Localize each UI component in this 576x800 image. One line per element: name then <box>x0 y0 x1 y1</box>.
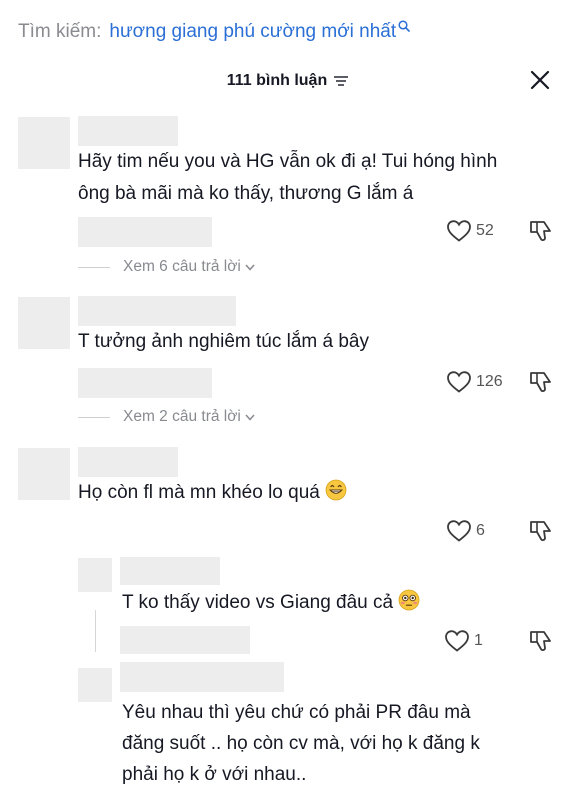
flushed-face-emoji <box>398 589 420 611</box>
chevron-down-icon <box>245 264 255 271</box>
comment-meta-placeholder <box>78 368 212 398</box>
like-button[interactable]: 1 <box>444 629 483 653</box>
comment-text-line: đăng suốt .. họ còn cv mà, với họ k đăng… <box>122 733 480 754</box>
comment-meta-placeholder <box>78 217 212 247</box>
comment-text-line: phải họ k ở với nhau.. <box>122 764 307 785</box>
heart-outline-icon <box>445 630 469 652</box>
comment-text-line: T ko thấy video vs Giang đâu cả <box>122 587 420 618</box>
close-icon[interactable] <box>528 68 552 92</box>
like-button[interactable]: 52 <box>446 219 494 243</box>
dislike-icon[interactable] <box>528 628 554 654</box>
comment-text-line: Họ còn fl mà mn khéo lo quá <box>78 477 347 508</box>
view-replies-link[interactable]: Xem 6 câu trả lời <box>78 258 255 276</box>
username-placeholder[interactable] <box>78 296 236 326</box>
like-button[interactable]: 126 <box>446 370 503 394</box>
avatar[interactable] <box>18 448 70 500</box>
username-placeholder[interactable] <box>78 447 178 477</box>
replies-divider <box>78 266 110 268</box>
search-bar[interactable]: Tìm kiếm: hương giang phú cường mới nhất <box>18 18 410 46</box>
username-placeholder[interactable] <box>78 116 178 146</box>
like-count: 1 <box>474 632 483 649</box>
search-label: Tìm kiếm: <box>18 21 102 42</box>
dislike-icon[interactable] <box>528 218 554 244</box>
heart-outline-icon <box>447 220 471 242</box>
heart-outline-icon <box>447 520 471 542</box>
comment-count-title[interactable]: 111 bình luận <box>0 72 576 90</box>
reply-thread-line <box>95 610 96 652</box>
view-replies-link[interactable]: Xem 2 câu trả lời <box>78 408 255 426</box>
grinning-face-emoji <box>325 479 347 501</box>
username-placeholder[interactable] <box>120 662 284 692</box>
dislike-icon[interactable] <box>528 369 554 395</box>
like-count: 126 <box>476 373 503 390</box>
reply-meta-placeholder <box>120 626 250 654</box>
avatar[interactable] <box>18 117 70 169</box>
comment-text-line: Hãy tim nếu you và HG vẫn ok đi ạ! Tui h… <box>78 151 498 172</box>
avatar[interactable] <box>18 297 70 349</box>
dislike-icon[interactable] <box>528 518 554 544</box>
comment-text: Họ còn fl mà mn khéo lo quá <box>78 482 320 503</box>
replies-divider <box>78 416 110 418</box>
avatar[interactable] <box>78 668 112 702</box>
username-placeholder[interactable] <box>120 557 220 585</box>
like-button[interactable]: 6 <box>446 519 485 543</box>
comment-text-line: T tưởng ảnh nghiêm túc lắm á bây <box>78 331 369 352</box>
avatar[interactable] <box>78 558 112 592</box>
search-query-link[interactable]: hương giang phú cường mới nhất <box>109 21 396 43</box>
heart-outline-icon <box>447 371 471 393</box>
chevron-down-icon <box>245 414 255 421</box>
reply-text: T ko thấy video vs Giang đâu cả <box>122 592 394 613</box>
comments-header: 111 bình luận <box>0 68 576 98</box>
comment-text-line: ông bà mãi mà ko thấy, thương G lắm á <box>78 183 414 204</box>
like-count: 6 <box>476 522 485 539</box>
comment-text-line: Yêu nhau thì yêu chứ có phải PR đâu mà <box>122 702 471 723</box>
comment-count-label: 111 bình luận <box>226 72 328 89</box>
filter-icon[interactable] <box>333 75 349 87</box>
view-replies-label: Xem 2 câu trả lời <box>123 408 241 425</box>
like-count: 52 <box>476 222 494 239</box>
view-replies-label: Xem 6 câu trả lời <box>123 258 241 275</box>
search-icon[interactable] <box>398 20 410 32</box>
